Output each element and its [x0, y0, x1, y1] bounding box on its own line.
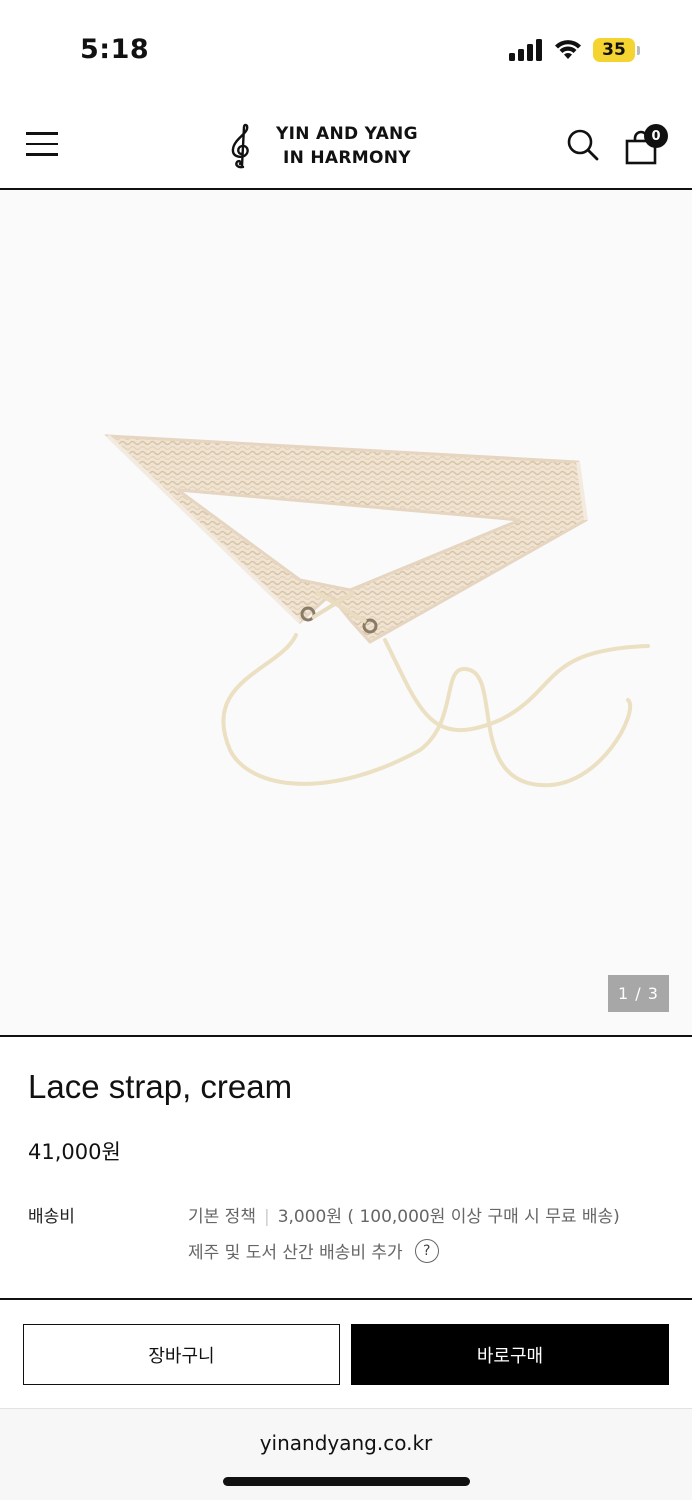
shipping-fee-info: 기본 정책 | 3,000원 ( 100,000원 이상 구매 시 무료 배송)	[188, 1207, 620, 1227]
treble-clef-logo-icon	[231, 123, 249, 169]
product-price: 41,000원	[28, 1140, 121, 1164]
product-image-gallery[interactable]: 1 / 3	[0, 190, 692, 1035]
signal-icon	[509, 39, 542, 61]
status-icons: 35	[509, 38, 640, 62]
help-icon[interactable]: ?	[414, 1238, 439, 1263]
menu-button[interactable]	[26, 132, 58, 158]
search-button[interactable]	[566, 128, 600, 162]
shipping-label: 배송비	[28, 1207, 75, 1227]
product-name: Lace strap, cream	[28, 1068, 293, 1105]
divider	[0, 1035, 692, 1037]
cart-count-badge: 0	[644, 124, 668, 148]
brand-logo[interactable]: YIN AND YANG IN HARMONY	[226, 122, 418, 170]
wifi-icon	[555, 40, 581, 59]
battery-level: 35	[593, 38, 635, 62]
divider	[0, 1298, 692, 1300]
site-header: YIN AND YANG IN HARMONY 0	[0, 100, 692, 190]
buy-now-button[interactable]: 바로구매	[351, 1324, 669, 1385]
cart-button[interactable]: 0	[624, 124, 670, 165]
browser-url-bar[interactable]: yinandyang.co.kr	[0, 1408, 692, 1500]
status-time: 5:18	[80, 34, 150, 65]
home-indicator[interactable]	[223, 1477, 470, 1486]
menu-icon	[26, 132, 58, 135]
product-photo-lace-strap	[104, 434, 650, 788]
add-to-cart-button[interactable]: 장바구니	[23, 1324, 340, 1385]
search-icon	[567, 129, 599, 161]
shipping-fee: 3,000원 ( 100,000원 이상 구매 시 무료 배송)	[277, 1207, 620, 1227]
brand-name: YIN AND YANG IN HARMONY	[276, 124, 418, 168]
status-bar: 5:18 35	[0, 0, 692, 100]
url-text[interactable]: yinandyang.co.kr	[0, 1431, 692, 1455]
shipping-policy: 기본 정책	[188, 1207, 256, 1227]
image-counter: 1 / 3	[608, 975, 669, 1012]
battery-icon: 35	[593, 38, 640, 62]
shipping-extra: 제주 및 도서 산간 배송비 추가	[188, 1243, 403, 1263]
shipping-extra-info: 제주 및 도서 산간 배송비 추가 ?	[188, 1238, 439, 1263]
